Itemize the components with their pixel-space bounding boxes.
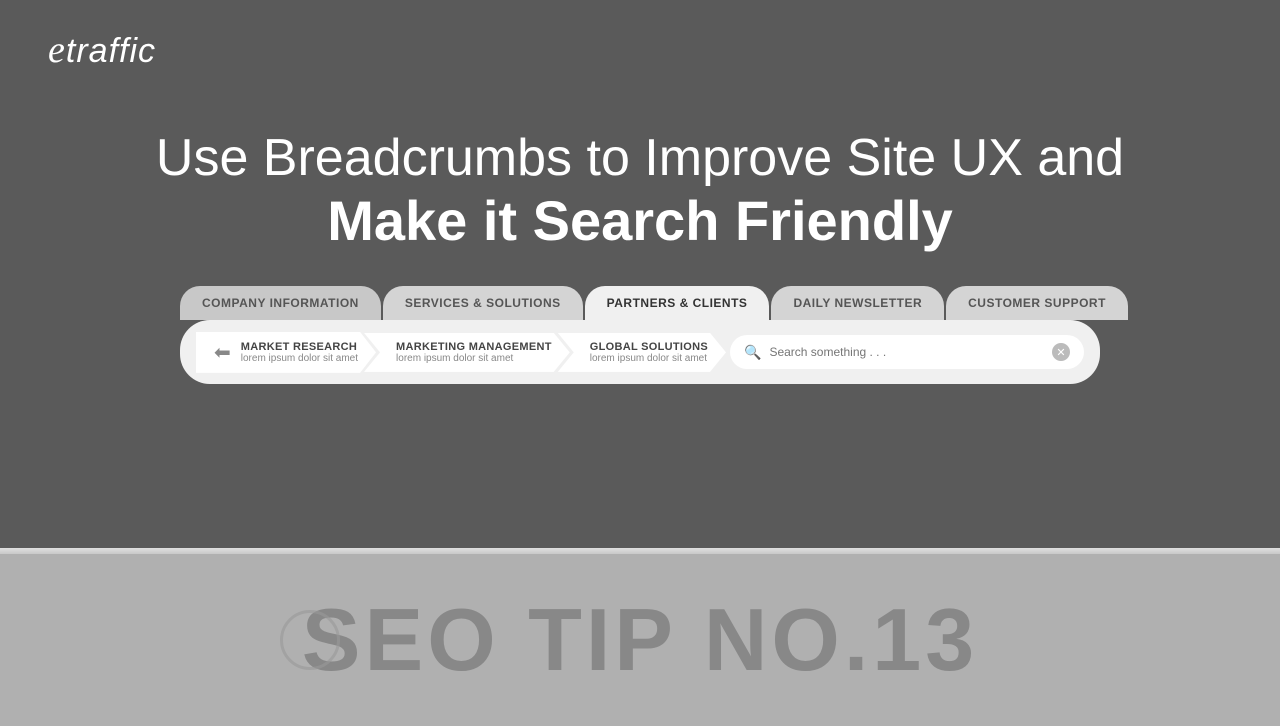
breadcrumb-item-global-solutions[interactable]: GLOBAL SOLUTIONS lorem ipsum dolor sit a… [558, 333, 726, 372]
search-input[interactable] [769, 345, 1044, 359]
logo: etraffic [48, 28, 156, 72]
back-icon: ⬅ [214, 340, 231, 365]
breadcrumb-item-marketing-management[interactable]: MARKETING MANAGEMENT lorem ipsum dolor s… [364, 333, 570, 372]
tab-services[interactable]: SERVICES & SOLUTIONS [383, 286, 583, 320]
tab-company-info[interactable]: COMPANY INFORMATION [180, 286, 381, 320]
tab-support[interactable]: CUSTOMER SUPPORT [946, 286, 1128, 320]
top-section: etraffic Use Breadcrumbs to Improve Site… [0, 0, 1280, 548]
seo-tip-text: SEO TIP NO.13 [302, 589, 978, 691]
bc-sub-1: lorem ipsum dolor sit amet [241, 353, 358, 364]
search-clear-button[interactable]: ✕ [1052, 343, 1070, 361]
search-icon: 🔍 [744, 344, 761, 361]
bc-title-3: GLOBAL SOLUTIONS [590, 341, 708, 353]
headline-line2: Make it Search Friendly [156, 187, 1124, 254]
bc-text-group-3: GLOBAL SOLUTIONS lorem ipsum dolor sit a… [590, 341, 708, 364]
tabs-row: COMPANY INFORMATION SERVICES & SOLUTIONS… [180, 286, 1100, 320]
bottom-section: SEO TIP NO.13 [0, 554, 1280, 726]
bc-text-group-1: MARKET RESEARCH lorem ipsum dolor sit am… [241, 341, 358, 364]
breadcrumb-row: ⬅ MARKET RESEARCH lorem ipsum dolor sit … [180, 320, 1100, 384]
bc-text-group-2: MARKETING MANAGEMENT lorem ipsum dolor s… [396, 341, 552, 364]
logo-text: etraffic [48, 29, 156, 70]
nav-area: COMPANY INFORMATION SERVICES & SOLUTIONS… [180, 286, 1100, 384]
headline-line1: Use Breadcrumbs to Improve Site UX and [156, 130, 1124, 187]
bc-title-2: MARKETING MANAGEMENT [396, 341, 552, 353]
bc-sub-3: lorem ipsum dolor sit amet [590, 353, 708, 364]
bc-title-1: MARKET RESEARCH [241, 341, 358, 353]
tab-newsletter[interactable]: DAILY NEWSLETTER [771, 286, 944, 320]
headline-area: Use Breadcrumbs to Improve Site UX and M… [156, 130, 1124, 254]
tab-partners[interactable]: PARTNERS & CLIENTS [585, 286, 770, 320]
breadcrumb-item-market-research[interactable]: ⬅ MARKET RESEARCH lorem ipsum dolor sit … [196, 332, 376, 373]
search-box: 🔍 ✕ [730, 335, 1084, 369]
deco-circle [280, 610, 340, 670]
bc-sub-2: lorem ipsum dolor sit amet [396, 353, 552, 364]
